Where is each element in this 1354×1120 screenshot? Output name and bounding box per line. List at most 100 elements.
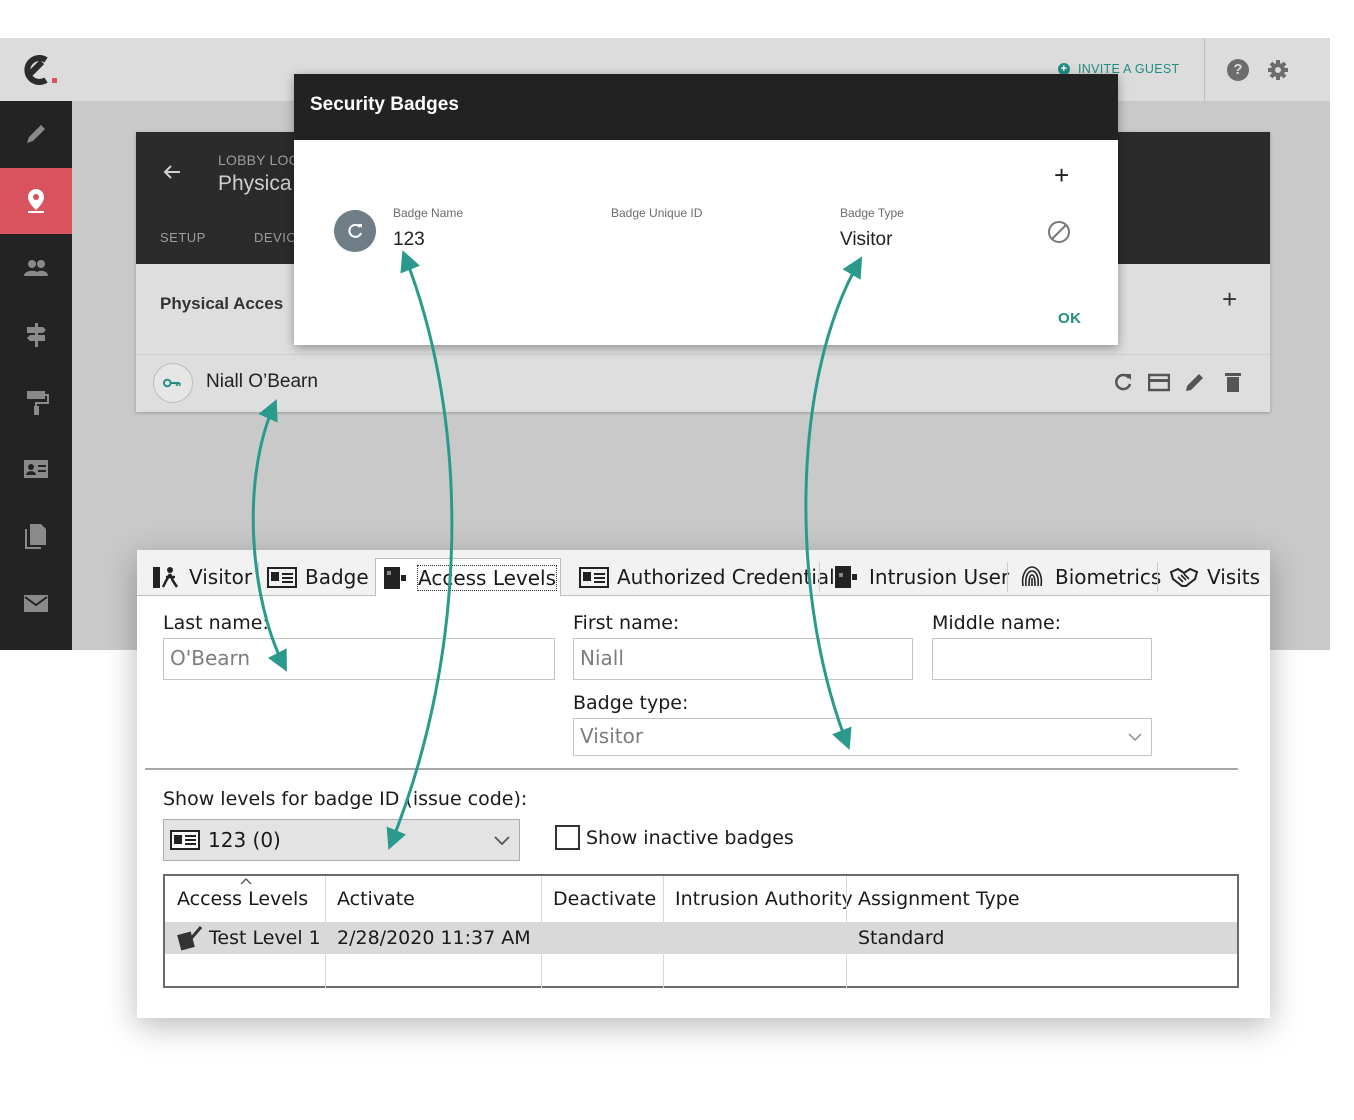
ok-button[interactable]: OK — [1058, 310, 1082, 327]
badge-sync-icon — [334, 210, 376, 252]
trash-icon[interactable] — [1222, 371, 1244, 393]
sidebar-item-branding[interactable] — [0, 369, 72, 435]
tab-visits-label: Visits — [1207, 565, 1261, 589]
show-inactive-checkbox[interactable] — [555, 825, 580, 850]
badge-name-label: Badge Name — [393, 206, 464, 220]
app-logo — [24, 55, 57, 85]
last-name-field[interactable]: O'Bearn — [163, 638, 555, 680]
sidebar-item-directions[interactable] — [0, 302, 72, 368]
dialog-title: Security Badges — [310, 94, 459, 115]
paint-roller-icon — [27, 391, 49, 415]
tab-separator — [1007, 562, 1008, 592]
tab-separator — [1157, 562, 1158, 592]
access-levels-grid: Access Levels Activate Deactivate Intrus… — [163, 874, 1239, 988]
levels-label: Show levels for badge ID (issue code): — [163, 788, 528, 810]
badge-name-value: 123 — [393, 229, 425, 250]
documents-icon — [25, 524, 46, 549]
sidebar-item-documents[interactable] — [0, 503, 72, 569]
table-row[interactable]: Test Level 1 2/28/2020 11:37 AM Standard — [165, 922, 1237, 954]
middle-name-field[interactable] — [932, 638, 1152, 680]
tab-authorized-credential[interactable]: Authorized Credential — [575, 560, 839, 594]
tab-devices[interactable]: DEVIC — [254, 230, 296, 245]
security-badges-dialog: Security Badges + Badge Name 123 Badge U… — [294, 74, 1118, 345]
credit-card-icon[interactable] — [1148, 371, 1170, 393]
badge-type-value: Visitor — [580, 724, 644, 748]
edit-pencil-icon[interactable] — [1184, 371, 1206, 393]
divider — [145, 768, 1238, 770]
add-badge-button[interactable]: + — [1054, 162, 1069, 188]
tab-authorized-credential-label: Authorized Credential — [617, 565, 835, 589]
first-name-label: First name: — [573, 612, 680, 634]
person-name: Niall O’Bearn — [206, 371, 318, 392]
tab-biometrics-label: Biometrics — [1055, 565, 1162, 589]
badge-card-icon — [170, 830, 200, 850]
intrusion-panel-icon — [835, 566, 857, 588]
tab-access-levels-label: Access Levels — [416, 564, 558, 591]
column-header-intrusion-authority[interactable]: Intrusion Authority — [663, 876, 853, 922]
section-title: Physical Acces — [160, 294, 284, 313]
sidebar-item-locations[interactable] — [0, 168, 72, 234]
visitor-door-icon — [153, 567, 179, 588]
tab-access-levels[interactable]: Access Levels — [375, 558, 562, 596]
fingerprint-icon — [1021, 566, 1043, 587]
back-arrow-icon[interactable] — [162, 162, 182, 182]
column-header-deactivate[interactable]: Deactivate — [541, 876, 656, 922]
tab-intrusion-user-label: Intrusion User — [869, 565, 1010, 589]
badge-id-value: 123 (0) — [208, 828, 281, 852]
cell-activate: 2/28/2020 11:37 AM — [337, 927, 531, 949]
tab-badge-label: Badge — [305, 565, 369, 589]
first-name-field[interactable]: Niall — [573, 638, 913, 680]
badge-unique-id-label: Badge Unique ID — [611, 206, 703, 220]
access-reader-icon — [384, 566, 406, 589]
block-icon[interactable] — [1046, 219, 1072, 245]
chevron-down-icon — [1128, 733, 1142, 742]
card-title: Physica — [218, 172, 292, 195]
card-subtitle: LOBBY LOC — [218, 152, 299, 168]
tab-visits[interactable]: Visits — [1165, 560, 1264, 594]
key-icon — [153, 363, 193, 403]
tab-visitor-label: Visitor — [189, 565, 253, 589]
column-header-activate[interactable]: Activate — [325, 876, 415, 922]
signpost-icon — [27, 323, 46, 347]
chevron-down-icon — [494, 836, 510, 846]
cell-assignment-type: Standard — [858, 927, 945, 949]
tab-badge[interactable]: Badge — [263, 560, 373, 594]
access-level-icon — [177, 926, 203, 951]
column-header-assignment-type[interactable]: Assignment Type — [846, 876, 1020, 922]
gear-icon[interactable] — [1266, 58, 1290, 82]
refresh-icon[interactable] — [1112, 371, 1134, 393]
location-pin-icon — [28, 189, 44, 213]
dialog-header: Security Badges — [294, 74, 1118, 140]
help-icon[interactable]: ? — [1227, 59, 1249, 81]
sidebar-item-people[interactable] — [0, 235, 72, 301]
tab-separator — [258, 562, 259, 592]
sidebar — [0, 101, 72, 650]
show-inactive-label[interactable]: Show inactive badges — [586, 827, 794, 849]
badge-id-select[interactable]: 123 (0) — [163, 819, 520, 861]
id-card-icon — [24, 460, 48, 478]
sidebar-item-edit[interactable] — [0, 101, 72, 167]
badge-card-icon — [267, 567, 297, 588]
badge-type-label: Badge Type — [840, 206, 904, 220]
credential-card-icon — [579, 567, 609, 588]
column-header-access-levels[interactable]: Access Levels — [165, 876, 308, 922]
tab-visitor[interactable]: Visitor — [147, 560, 256, 594]
tab-intrusion-user[interactable]: Intrusion User — [827, 560, 1013, 594]
middle-name-label: Middle name: — [932, 612, 1062, 634]
tab-setup[interactable]: SETUP — [160, 230, 206, 245]
handshake-icon — [1169, 567, 1199, 587]
badge-type-select[interactable]: Visitor — [573, 718, 1152, 756]
pencil-icon — [27, 125, 45, 143]
add-button[interactable]: + — [1222, 286, 1237, 312]
sidebar-item-messages[interactable] — [0, 570, 72, 636]
person-row[interactable]: Niall O’Bearn — [136, 354, 1270, 412]
tab-separator — [819, 562, 820, 592]
sidebar-item-badges[interactable] — [0, 436, 72, 502]
cell-level: Test Level 1 — [209, 927, 321, 949]
mail-icon — [24, 595, 48, 612]
desktop-badge-dialog: Visitor Badge Access Levels Authorized C… — [137, 550, 1270, 1018]
tab-biometrics[interactable]: Biometrics — [1013, 560, 1165, 594]
tab-strip: Visitor Badge Access Levels Authorized C… — [137, 550, 1270, 596]
badge-type-label: Badge type: — [573, 692, 689, 714]
divider — [1204, 38, 1205, 101]
